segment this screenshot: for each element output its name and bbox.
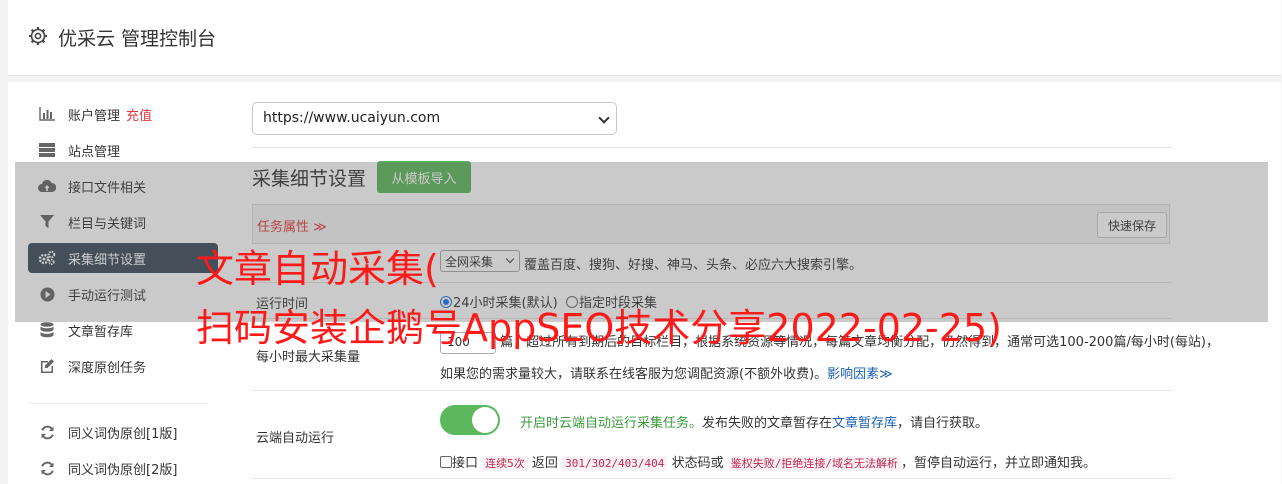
sidebar-item-deep-original[interactable]: 深度原创任务 [28,348,218,384]
edit-icon [38,358,56,374]
divider [252,147,1172,148]
server-icon [38,142,56,158]
sidebar-divider [28,384,208,404]
sidebar-item-label: 同义词伪原创[2版] [68,462,178,478]
cloud-run-desc: 开启时云端自动运行采集任务。发布失败的文章暂存在文章暂存库，请自行获取。 [520,412,988,431]
cloud-run-toggle[interactable] [440,405,500,435]
sidebar-item-synonym-v1[interactable]: 同义词伪原创[1版] [28,414,218,450]
pause-text: ，暂停自动运行，并立即通知我。 [900,456,1096,471]
watermark-line1: 文章自动采集( [196,247,439,291]
pause-rule: 接口 连续5次 返回 301/302/403/404 状态码或 鉴权失败/拒绝连… [440,452,1096,471]
site-select[interactable]: https://www.ucaiyun.com [252,102,617,135]
page-title: 优采云 管理控制台 [58,28,217,50]
sidebar-item-account[interactable]: 账户管理 充值 [28,96,218,132]
pause-text: 接口 [452,456,479,471]
pause-checkbox[interactable] [440,456,452,468]
cloud-run-text-end: ，请自行获取。 [897,416,989,431]
gear-icon [29,27,47,45]
sidebar-item-label: 站点管理 [68,144,121,160]
bar-chart-icon [38,106,56,122]
database-icon [38,322,56,338]
toggle-knob [472,407,498,433]
refresh-icon [38,424,56,440]
header: 优采云 管理控制台 [8,0,1281,76]
divider [252,390,1172,391]
chevron-down-icon [598,112,610,124]
code-tag: 鉴权失败/拒绝连接/域名无法解析 [727,456,901,471]
code-tag: 连续5次 [482,456,528,471]
sidebar-item-label: 账户管理 [68,108,121,124]
pause-text: 返回 [531,456,558,471]
pause-text: 状态码或 [671,456,724,471]
article-store-link[interactable]: 文章暂存库 [832,416,897,431]
code-tag: 301/302/403/404 [562,456,668,471]
cloud-run-text: 发布失败的文章暂存在 [702,416,833,431]
watermark-overlay [15,162,1268,322]
max-per-hour-line2: 如果您的需求量较大，请联系在线客服为您调配资源(不额外收费)。影响因素≫ [440,363,893,382]
sidebar-item-synonym-v2[interactable]: 同义词伪原创[2版] [28,450,218,484]
sidebar-item-label: 文章暂存库 [68,324,134,340]
sidebar-item-label: 同义词伪原创[1版] [68,426,178,442]
impact-factors-link[interactable]: 影响因素≫ [827,367,893,382]
divider [252,478,1172,479]
max-per-hour-contact: 如果您的需求量较大，请联系在线客服为您调配资源(不额外收费)。 [440,367,828,382]
sidebar-item-label: 深度原创任务 [68,360,147,376]
refresh-icon [38,460,56,476]
cloud-run-green-text: 开启时云端自动运行采集任务。 [520,416,703,431]
watermark-line2: 扫码安装企鹅号AppSEO技术分享2022-02-25) [196,306,1002,350]
site-select-value: https://www.ucaiyun.com [263,110,441,126]
recharge-link[interactable]: 充值 [126,105,152,124]
cloud-run-label: 云端自动运行 [256,431,335,446]
